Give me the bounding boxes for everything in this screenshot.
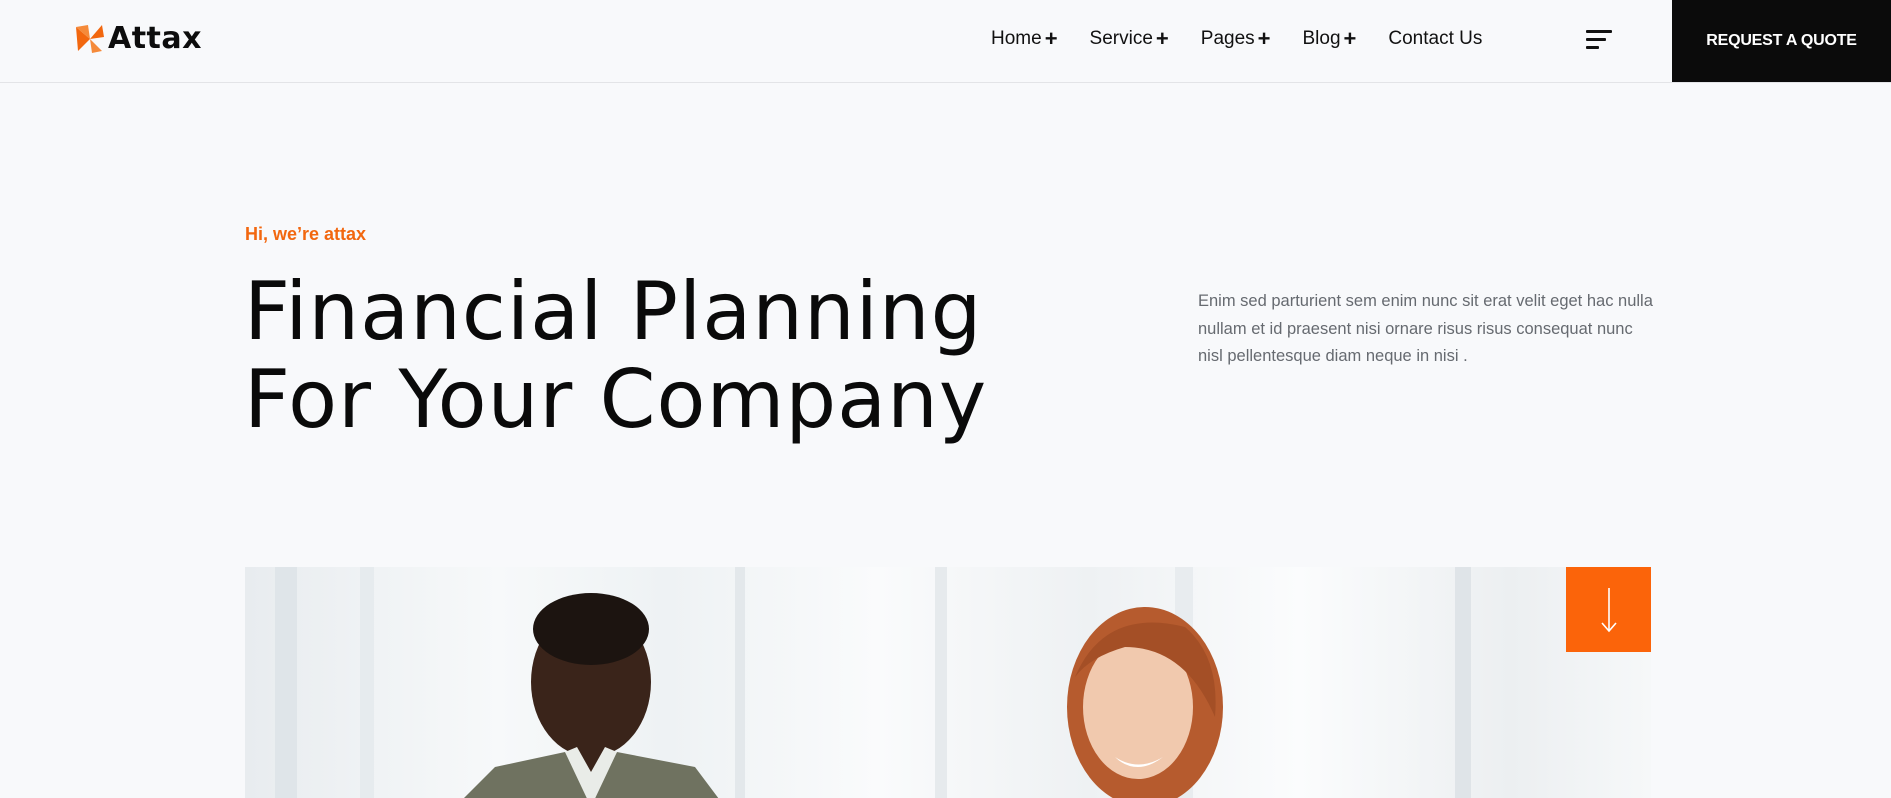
nav-item-label: Contact Us [1388,28,1483,49]
hero-title-line-1: Financial Planning [244,265,983,358]
plus-icon: + [1343,26,1357,51]
hero-title-line-2: For Your Company [244,353,988,446]
hero-title: Financial Planning For Your Company [244,268,1144,444]
nav-item-service[interactable]: Service + [1090,27,1169,51]
scroll-down-button[interactable] [1566,567,1651,652]
nav-item-pages[interactable]: Pages + [1201,27,1271,51]
hero-image [245,567,1651,798]
nav-item-home[interactable]: Home + [991,27,1058,51]
hamburger-menu-icon[interactable] [1586,29,1614,53]
plus-icon: + [1044,26,1058,51]
plus-icon: + [1257,26,1271,51]
nav-item-label: Blog [1302,28,1341,49]
hero-intro: Enim sed parturient sem enim nunc sit er… [1198,292,1653,365]
nav-item-blog[interactable]: Blog + [1303,27,1357,51]
nav-item-label: Home [991,28,1042,49]
nav-item-label: Service [1089,28,1153,49]
logo-mark-icon [76,25,104,53]
brand-logo[interactable]: Attax [76,22,202,56]
brand-name: Attax [108,21,202,56]
main-nav: Home + Service + Pages + Blog + Contact … [991,27,1514,51]
nav-item-contact-us[interactable]: Contact Us [1388,27,1482,51]
nav-item-label: Pages [1200,28,1255,49]
request-quote-button[interactable]: REQUEST A QUOTE [1672,0,1891,82]
plus-icon: + [1155,26,1169,51]
arrow-down-icon [1600,587,1617,632]
hero-photo-illustration [275,567,1471,798]
site-header: Attax Home + Service + Pages + Blog + Co… [0,0,1891,83]
hero-eyebrow: Hi, we’re attax [245,224,367,244]
